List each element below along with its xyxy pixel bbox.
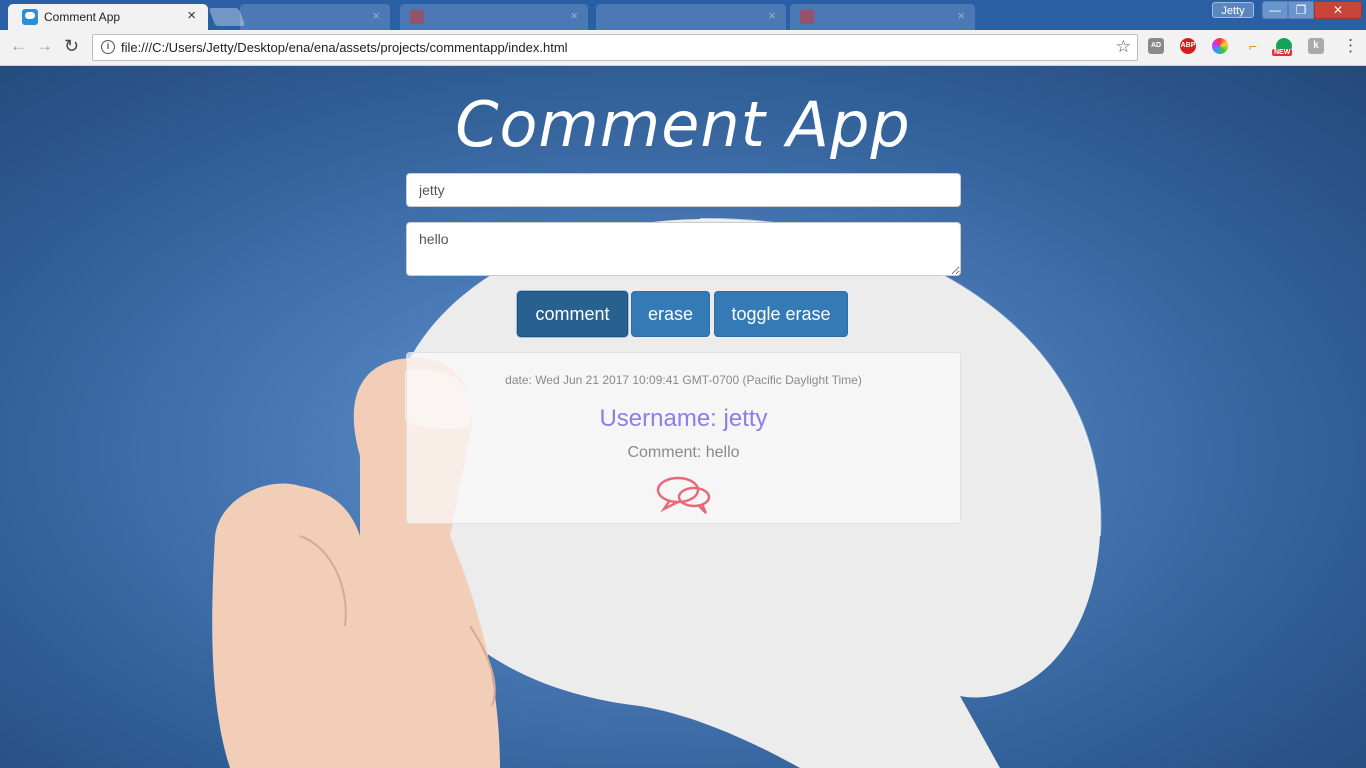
tab-close-icon[interactable]: × bbox=[570, 8, 578, 23]
tab-close-icon[interactable]: × bbox=[372, 8, 380, 23]
minimize-button[interactable]: — bbox=[1262, 1, 1288, 19]
tab-background[interactable]: × bbox=[790, 4, 975, 30]
bookmark-star-icon[interactable]: ☆ bbox=[1116, 37, 1131, 57]
chat-bubbles-icon bbox=[656, 476, 711, 514]
abp-extension-icon[interactable]: ABP bbox=[1180, 38, 1196, 54]
colorpicker-extension-icon[interactable] bbox=[1212, 38, 1228, 54]
back-arrow-icon[interactable]: ← bbox=[10, 36, 27, 56]
comment-card: date: Wed Jun 21 2017 10:09:41 GMT-0700 … bbox=[406, 352, 961, 524]
erase-button[interactable]: erase bbox=[631, 291, 710, 337]
username-input[interactable] bbox=[406, 173, 961, 207]
tab-background[interactable]: × bbox=[240, 4, 390, 30]
close-window-button[interactable]: ✕ bbox=[1314, 1, 1362, 19]
tab-close-icon[interactable]: × bbox=[187, 7, 196, 24]
address-bar[interactable]: i file:///C:/Users/Jetty/Desktop/ena/ena… bbox=[92, 34, 1138, 61]
tab-close-icon[interactable]: × bbox=[957, 8, 965, 23]
tab-close-icon[interactable]: × bbox=[768, 8, 776, 23]
comment-textarea[interactable]: hello bbox=[406, 222, 961, 276]
reload-icon[interactable]: ↻ bbox=[64, 36, 79, 57]
tab-favicon-icon bbox=[800, 10, 814, 24]
comment-date: date: Wed Jun 21 2017 10:09:41 GMT-0700 … bbox=[505, 373, 862, 387]
profile-badge[interactable]: Jetty bbox=[1212, 2, 1254, 18]
tool-extension-icon[interactable]: ⌐ bbox=[1245, 38, 1261, 54]
page-content: Comment App hello comment erase toggle e… bbox=[0, 66, 1366, 768]
tab-background[interactable]: × bbox=[400, 4, 588, 30]
app-title: Comment App bbox=[455, 88, 911, 161]
tab-favicon-icon bbox=[410, 10, 424, 24]
new-badge: NEW bbox=[1272, 49, 1293, 56]
k-extension-icon[interactable]: k bbox=[1308, 38, 1324, 54]
comment-username: Username: jetty bbox=[599, 405, 768, 432]
browser-titlebar: Comment App × × × × × Jetty — ❐ ✕ bbox=[0, 0, 1366, 30]
url-text[interactable]: file:///C:/Users/Jetty/Desktop/ena/ena/a… bbox=[121, 40, 568, 55]
comment-app-favicon-icon bbox=[22, 9, 38, 25]
tab-title: Comment App bbox=[44, 10, 121, 24]
browser-toolbar: ← → ↻ i file:///C:/Users/Jetty/Desktop/e… bbox=[0, 30, 1366, 66]
tab-background[interactable]: × bbox=[596, 4, 786, 30]
comment-text: Comment: hello bbox=[627, 444, 740, 461]
browser-menu-icon[interactable]: ⋮ bbox=[1342, 36, 1359, 56]
info-icon[interactable]: i bbox=[101, 40, 115, 54]
toggle-erase-button[interactable]: toggle erase bbox=[714, 291, 848, 337]
tab-comment-app[interactable]: Comment App × bbox=[8, 4, 208, 30]
adblock-extension-icon[interactable]: AD bbox=[1148, 38, 1164, 54]
comment-button[interactable]: comment bbox=[517, 291, 628, 337]
forward-arrow-icon[interactable]: → bbox=[36, 36, 53, 56]
maximize-button[interactable]: ❐ bbox=[1288, 1, 1314, 19]
